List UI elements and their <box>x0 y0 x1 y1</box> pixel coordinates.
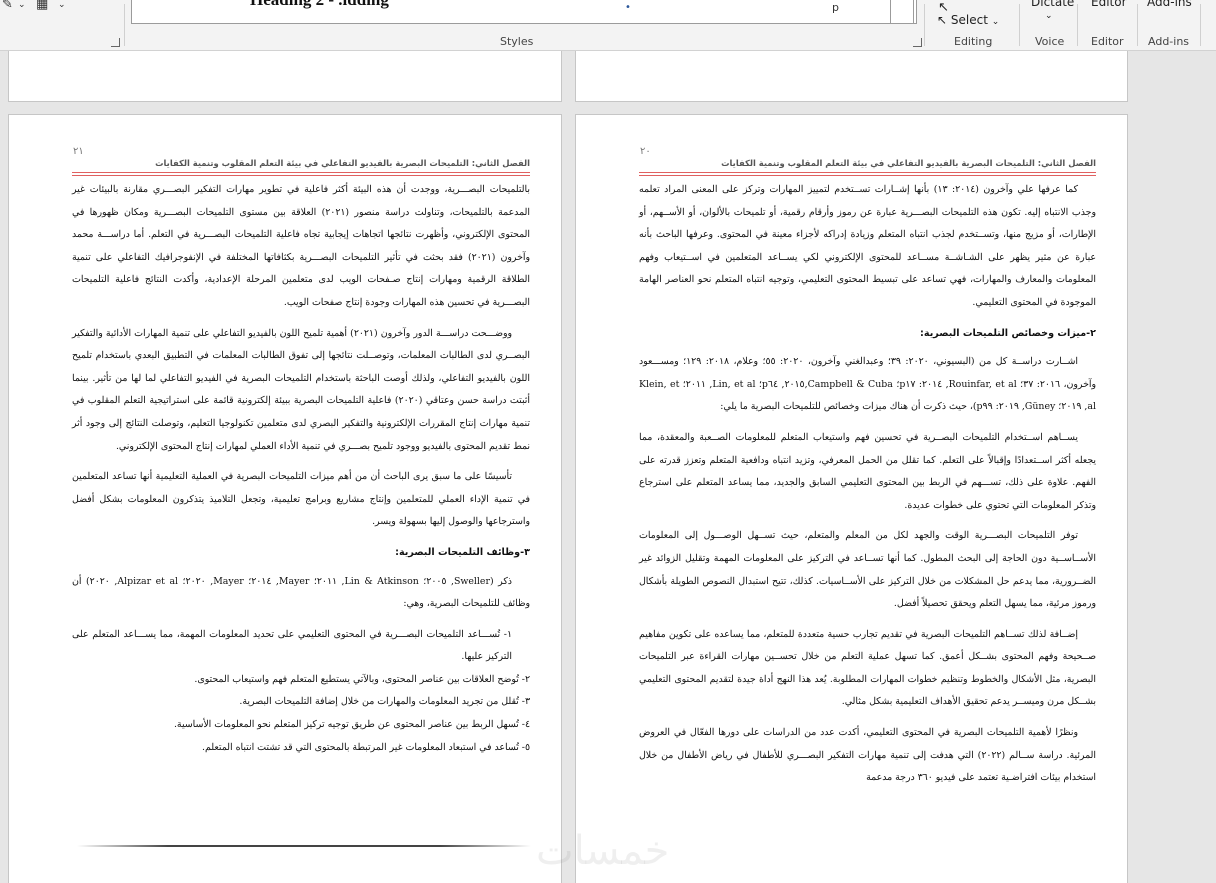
chevron-down-icon: ⌄ <box>1045 11 1053 21</box>
styles-preview-text: Heading 2 - .idding <box>250 0 389 10</box>
document-page-20[interactable]: ٢٠ الفصل الثاني: التلميحات البصرية بالفي… <box>575 114 1128 883</box>
document-page-21[interactable]: ٢١ الفصل الثاني: التلميحات البصرية بالفي… <box>8 114 562 883</box>
group-separator <box>124 4 125 46</box>
body-paragraph: ونظرًا لأهمية التلميحات البصرية في المحت… <box>639 727 1096 784</box>
editor-button[interactable]: Editor <box>1091 0 1127 9</box>
group-label-voice: Voice <box>1035 35 1065 48</box>
page-number: ٢٠ <box>640 146 651 157</box>
list-item: ٥- تُساعد في استبعاد المعلومات غير المرت… <box>202 741 530 753</box>
previous-page-bottom-right <box>575 51 1128 102</box>
body-paragraph: كما عرفها علي وآخرون (٢٠١٤: ١٣) بأنها إش… <box>639 184 1096 308</box>
page-number: ٢١ <box>73 146 84 157</box>
styles-gallery[interactable]: Heading 2 - .idding • p <box>131 0 917 24</box>
shading-dropdown-icon[interactable]: ⌄ <box>18 0 26 10</box>
page-body-text: بالتلميحات البصـــرية، ووجدت أن هذه البي… <box>72 179 530 759</box>
styles-dialog-launcher-icon[interactable] <box>913 38 922 47</box>
body-paragraph: إضــافة لذلك تســاهم التلميحات البصرية ف… <box>639 628 1096 708</box>
borders-dropdown-icon[interactable]: ⌄ <box>58 0 66 10</box>
group-label-editing: Editing <box>954 35 993 48</box>
shading-icon[interactable]: ✎ <box>2 0 13 12</box>
header-rule <box>639 172 1096 173</box>
group-label-editor: Editor <box>1091 35 1124 48</box>
paragraph-tools: ✎ ⌄ ▦ ⌄ <box>0 0 120 50</box>
body-paragraph: بالتلميحات البصـــرية، ووجدت أن هذه البي… <box>72 184 530 308</box>
section-heading: ٢-ميزات وخصائص التلميحات البصرية: <box>920 327 1096 339</box>
running-header: الفصل الثاني: التلميحات البصرية بالفيديو… <box>155 158 530 168</box>
list-item: ٣- تُقلل من تجريد المعلومات والمهارات من… <box>239 696 530 708</box>
body-paragraph: ووضـــحت دراســـة الدور وآخرون (٢٠٢١) أه… <box>72 327 530 452</box>
chevron-down-icon: ⌄ <box>991 17 1000 27</box>
addins-button[interactable]: Add-ins <box>1147 0 1192 9</box>
styles-gallery-scroll[interactable] <box>890 0 914 24</box>
running-header: الفصل الثاني: التلميحات البصرية بالفيديو… <box>721 158 1096 168</box>
list-item: ١- تُســـاعد التلميحات البصـــرية في الم… <box>72 628 512 663</box>
header-rule <box>639 175 1096 176</box>
body-paragraph: يســاهم اســتخدام التلميحات البصــرية في… <box>639 431 1096 511</box>
header-rule <box>72 175 530 176</box>
watermark-logo: خمسات <box>536 828 670 874</box>
borders-icon[interactable]: ▦ <box>36 0 48 12</box>
select-button[interactable]: ↖ Select ⌄ <box>937 13 999 27</box>
group-separator <box>1200 4 1201 46</box>
ribbon: ✎ ⌄ ▦ ⌄ Heading 2 - .idding • p Styles ↖… <box>0 0 1216 51</box>
group-label-addins: Add-ins <box>1148 35 1190 48</box>
header-rule <box>72 172 530 173</box>
list-item: ٢- تُوضح العلاقات بين عناصر المحتوى، وبا… <box>194 673 530 685</box>
body-paragraph: اشــارت دراســة كل من (البسيوني، ٢٠٢٠: ٣… <box>639 356 1097 413</box>
section-heading: ٣-وظائف التلميحات البصرية: <box>395 546 530 558</box>
select-label: Select <box>950 13 988 27</box>
previous-page-bottom-left <box>8 51 562 102</box>
page-body-text: كما عرفها علي وآخرون (٢٠١٤: ١٣) بأنها إش… <box>639 179 1096 790</box>
group-label-styles: Styles <box>500 35 534 48</box>
list-item: ٤- تُسهل الربط بين عناصر المحتوى عن طريق… <box>173 719 530 731</box>
body-paragraph: تأسيسًا على ما سبق يرى الباحث أن من أهم … <box>72 471 530 528</box>
group-separator <box>1137 4 1138 46</box>
body-paragraph: توفر التلميحات البصـــرية الوقت والجهد ل… <box>639 530 1096 610</box>
styles-preview-marker-icon: • <box>625 2 631 13</box>
group-separator <box>1019 4 1020 46</box>
dictate-label: Dictate <box>1031 0 1075 9</box>
group-separator <box>924 4 925 46</box>
footer-rule <box>77 845 531 847</box>
paragraph-dialog-launcher-icon[interactable] <box>111 38 120 47</box>
group-separator <box>1077 4 1078 46</box>
dictate-button[interactable]: Dictate ⌄ <box>1031 0 1075 21</box>
select-arrow-icon: ↖ <box>937 13 948 27</box>
styles-preview-p: p <box>832 1 839 14</box>
body-paragraph: ذكر (Sweller, ٢٠٠٥؛ Lin & Atkinson, ٢٠١١… <box>72 575 530 610</box>
